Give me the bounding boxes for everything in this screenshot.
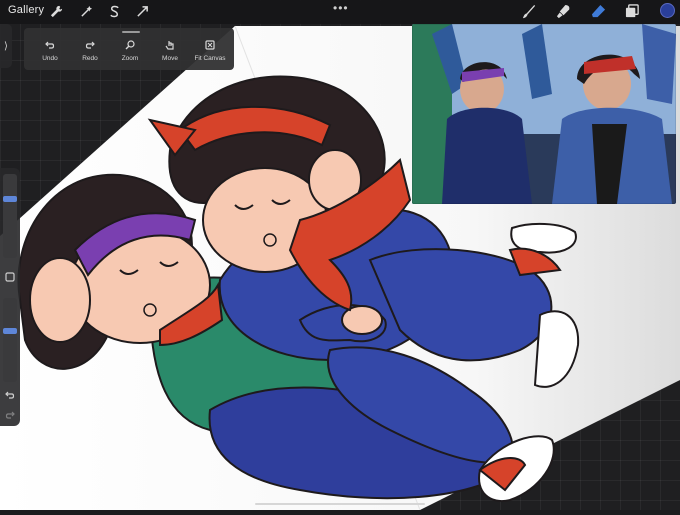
opacity-slider[interactable]	[3, 298, 17, 382]
eraser-icon[interactable]	[590, 3, 606, 19]
undo-label: Undo	[42, 55, 58, 62]
reference-photo-image	[412, 24, 676, 204]
home-indicator	[255, 503, 425, 505]
move-button[interactable]: Move	[150, 40, 190, 62]
opacity-handle[interactable]	[3, 328, 17, 334]
undo-arrow-icon	[5, 391, 15, 399]
redo-label: Redo	[82, 55, 98, 62]
gallery-button[interactable]: Gallery	[8, 4, 44, 16]
color-picker-button[interactable]	[660, 3, 675, 18]
transform-arrow-icon[interactable]	[134, 3, 150, 19]
undo-side-button[interactable]	[3, 388, 17, 402]
zoom-icon	[110, 40, 150, 54]
undo-icon	[30, 40, 70, 54]
fit-canvas-label: Fit Canvas	[194, 55, 226, 62]
quick-actions-menu: Undo Redo Zoom Move Fit Canvas	[24, 28, 234, 70]
reference-photo[interactable]	[412, 24, 676, 204]
sidebar-toggle-tab[interactable]: ⟩	[0, 24, 12, 68]
wrench-icon[interactable]	[48, 3, 64, 19]
zoom-label: Zoom	[121, 55, 139, 62]
redo-side-button[interactable]	[3, 408, 17, 422]
left-sidebar	[0, 168, 20, 426]
drag-grip[interactable]	[122, 31, 140, 33]
fit-canvas-button[interactable]: Fit Canvas	[190, 40, 230, 62]
undo-button[interactable]: Undo	[30, 40, 70, 62]
selection-s-icon[interactable]	[106, 3, 122, 19]
move-label: Move	[162, 55, 178, 62]
redo-button[interactable]: Redo	[70, 40, 110, 62]
hand-icon	[150, 40, 190, 54]
brush-size-slider[interactable]	[3, 174, 17, 258]
fit-canvas-icon	[190, 40, 230, 54]
magic-wand-icon[interactable]	[78, 3, 94, 19]
redo-arrow-icon	[5, 411, 15, 419]
zoom-button[interactable]: Zoom	[110, 40, 150, 62]
top-toolbar: Gallery •••	[0, 0, 680, 24]
square-icon	[5, 272, 15, 282]
layers-icon[interactable]	[624, 3, 640, 19]
brush-size-handle[interactable]	[3, 196, 17, 202]
redo-icon	[70, 40, 110, 54]
smudge-icon[interactable]	[555, 3, 571, 19]
color-sampler-button[interactable]	[3, 270, 17, 284]
brush-icon[interactable]	[521, 3, 537, 19]
menu-dots[interactable]: •••	[333, 1, 349, 15]
